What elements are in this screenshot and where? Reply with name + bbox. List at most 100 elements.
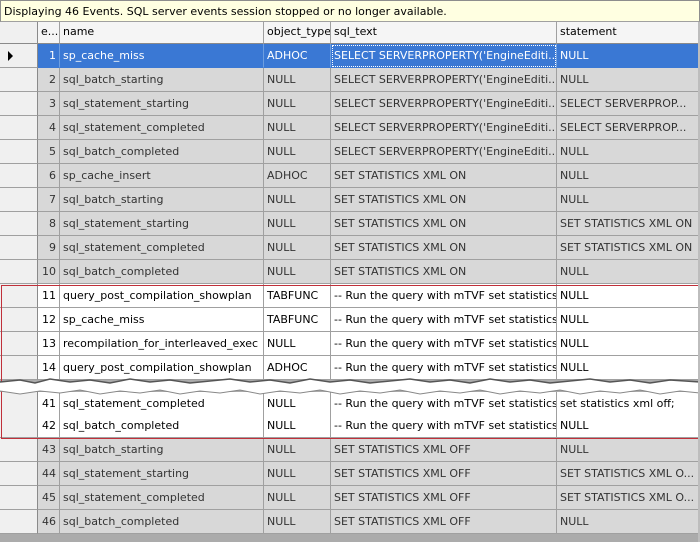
column-header-object-type[interactable]: object_type: [264, 22, 331, 44]
cell-name[interactable]: sql_batch_starting: [60, 68, 264, 92]
cell-name[interactable]: sql_batch_starting: [60, 188, 264, 212]
cell-object-type[interactable]: NULL: [264, 510, 331, 534]
cell-e[interactable]: 42: [38, 414, 60, 438]
cell-statement[interactable]: NULL: [557, 44, 700, 68]
cell-name[interactable]: sql_statement_completed: [60, 236, 264, 260]
cell-e[interactable]: 44: [38, 462, 60, 486]
table-row[interactable]: 4 sql_statement_completed NULL SELECT SERVE…: [0, 116, 700, 140]
cell-sql-text[interactable]: SET STATISTICS XML ON: [331, 212, 557, 236]
column-header-statement[interactable]: statement: [557, 22, 700, 44]
cell-statement[interactable]: NULL: [557, 510, 700, 534]
cell-sql-text[interactable]: -- Run the query with mTVF set statistic…: [331, 332, 557, 356]
cell-statement[interactable]: NULL: [557, 140, 700, 164]
cell-statement[interactable]: SELECT SERVERPROP...: [557, 92, 700, 116]
cell-object-type[interactable]: NULL: [264, 140, 331, 164]
header-row-indicator[interactable]: [0, 22, 38, 44]
table-row[interactable]: 10 sql_batch_completed NULL SET STATISTICS …: [0, 260, 700, 284]
cell-object-type[interactable]: TABFUNC: [264, 308, 331, 332]
table-row[interactable]: 44 sql_statement_starting NULL SET STATISTI…: [0, 462, 700, 486]
cell-object-type[interactable]: ADHOC: [264, 44, 331, 68]
cell-sql-text[interactable]: SET STATISTICS XML ON: [331, 164, 557, 188]
cell-e[interactable]: 9: [38, 236, 60, 260]
cell-sql-text[interactable]: SET STATISTICS XML OFF: [331, 486, 557, 510]
table-row[interactable]: 11 query_post_compilation_showplan TABFUNC…: [0, 284, 700, 308]
table-row[interactable]: 13 recompilation_for_interleaved_exec NULL…: [0, 332, 700, 356]
cell-name[interactable]: query_post_compilation_showplan: [60, 284, 264, 308]
cell-statement[interactable]: SET STATISTICS XML O...: [557, 486, 700, 510]
row-selector[interactable]: [0, 44, 38, 68]
cell-name[interactable]: sql_batch_starting: [60, 438, 264, 462]
events-grid[interactable]: e... name object_type sql_text statement…: [0, 22, 700, 542]
cell-object-type[interactable]: NULL: [264, 462, 331, 486]
column-header-sql-text[interactable]: sql_text: [331, 22, 557, 44]
row-selector[interactable]: [0, 212, 38, 236]
table-row[interactable]: 46 sql_batch_completed NULL SET STATISTICS …: [0, 510, 700, 534]
cell-name[interactable]: sql_statement_starting: [60, 92, 264, 116]
table-row[interactable]: 9 sql_statement_completed NULL SET STATISTI…: [0, 236, 700, 260]
row-selector[interactable]: [0, 236, 38, 260]
table-row[interactable]: 3 sql_statement_starting NULL SELECT SERVER…: [0, 92, 700, 116]
cell-e[interactable]: 4: [38, 116, 60, 140]
cell-e[interactable]: 12: [38, 308, 60, 332]
cell-object-type[interactable]: NULL: [264, 438, 331, 462]
cell-name[interactable]: sql_statement_starting: [60, 212, 264, 236]
row-selector[interactable]: [0, 92, 38, 116]
row-selector[interactable]: [0, 164, 38, 188]
cell-sql-text[interactable]: SET STATISTICS XML OFF: [331, 510, 557, 534]
row-selector[interactable]: [0, 260, 38, 284]
cell-object-type[interactable]: NULL: [264, 92, 331, 116]
row-selector[interactable]: [0, 438, 38, 462]
cell-e[interactable]: 5: [38, 140, 60, 164]
cell-sql-text[interactable]: SELECT SERVERPROPERTY('EngineEditi...: [331, 116, 557, 140]
cell-e[interactable]: 1: [38, 44, 60, 68]
cell-e[interactable]: 2: [38, 68, 60, 92]
cell-object-type[interactable]: NULL: [264, 486, 331, 510]
cell-statement[interactable]: NULL: [557, 164, 700, 188]
row-selector[interactable]: [0, 140, 38, 164]
cell-e[interactable]: 7: [38, 188, 60, 212]
row-selector[interactable]: [0, 486, 38, 510]
table-row[interactable]: 43 sql_batch_starting NULL SET STATISTICS X…: [0, 438, 700, 462]
cell-statement[interactable]: NULL: [557, 68, 700, 92]
cell-object-type[interactable]: NULL: [264, 212, 331, 236]
table-row[interactable]: 5 sql_batch_completed NULL SELECT SERVERPRO…: [0, 140, 700, 164]
row-selector[interactable]: [0, 462, 38, 486]
cell-e[interactable]: 10: [38, 260, 60, 284]
cell-sql-text[interactable]: -- Run the query with mTVF set statistic…: [331, 308, 557, 332]
cell-object-type[interactable]: TABFUNC: [264, 284, 331, 308]
cell-e[interactable]: 45: [38, 486, 60, 510]
cell-statement[interactable]: NULL: [557, 438, 700, 462]
cell-name[interactable]: sql_batch_completed: [60, 140, 264, 164]
row-selector[interactable]: [0, 116, 38, 140]
cell-e[interactable]: 43: [38, 438, 60, 462]
cell-object-type[interactable]: NULL: [264, 68, 331, 92]
table-row[interactable]: 12 sp_cache_miss TABFUNC -- Run the query w…: [0, 308, 700, 332]
cell-e[interactable]: 3: [38, 92, 60, 116]
cell-name[interactable]: sql_statement_completed: [60, 116, 264, 140]
cell-object-type[interactable]: ADHOC: [264, 164, 331, 188]
cell-sql-text[interactable]: SELECT SERVERPROPERTY('EngineEditi...: [331, 92, 557, 116]
row-selector[interactable]: [0, 414, 38, 438]
row-selector[interactable]: [0, 308, 38, 332]
cell-sql-text[interactable]: -- Run the query with mTVF set statistic…: [331, 284, 557, 308]
cell-name[interactable]: sp_cache_miss: [60, 44, 264, 68]
cell-name[interactable]: sp_cache_insert: [60, 164, 264, 188]
cell-name[interactable]: sql_statement_starting: [60, 462, 264, 486]
cell-name[interactable]: sp_cache_miss: [60, 308, 264, 332]
cell-statement[interactable]: SET STATISTICS XML O...: [557, 462, 700, 486]
cell-name[interactable]: sql_batch_completed: [60, 260, 264, 284]
cell-name[interactable]: sql_statement_completed: [60, 486, 264, 510]
cell-statement[interactable]: SET STATISTICS XML ON: [557, 236, 700, 260]
cell-e[interactable]: 6: [38, 164, 60, 188]
cell-sql-text[interactable]: SELECT SERVERPROPERTY('EngineEditi...: [331, 140, 557, 164]
table-row[interactable]: 7 sql_batch_starting NULL SET STATISTICS XM…: [0, 188, 700, 212]
cell-object-type[interactable]: NULL: [264, 260, 331, 284]
cell-statement[interactable]: NULL: [557, 284, 700, 308]
cell-e[interactable]: 11: [38, 284, 60, 308]
row-selector[interactable]: [0, 188, 38, 212]
cell-e[interactable]: 8: [38, 212, 60, 236]
cell-statement[interactable]: NULL: [557, 260, 700, 284]
table-row[interactable]: 42 sql_batch_completed NULL -- Run the quer…: [0, 414, 700, 438]
cell-object-type[interactable]: NULL: [264, 236, 331, 260]
cell-object-type[interactable]: NULL: [264, 116, 331, 140]
